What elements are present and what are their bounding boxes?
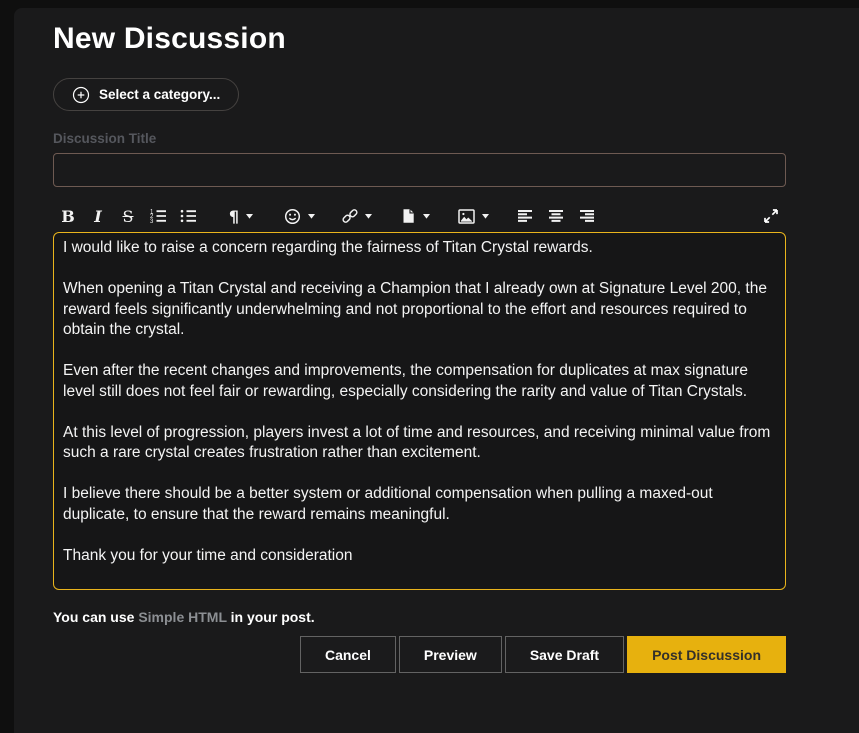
- cancel-button[interactable]: Cancel: [299, 636, 396, 673]
- discussion-title-label: Discussion Title: [53, 131, 157, 146]
- paragraph-icon: ¶: [228, 206, 240, 226]
- align-right-icon: [578, 209, 594, 223]
- simple-html-note: You can use Simple HTML in your post.: [53, 609, 786, 625]
- page-title: New Discussion: [53, 22, 286, 55]
- note-prefix: You can use: [53, 609, 139, 625]
- chevron-down-icon: [365, 213, 372, 219]
- svg-text:3: 3: [150, 219, 154, 224]
- emoji-dropdown[interactable]: [275, 201, 323, 231]
- select-category-label: Select a category...: [99, 87, 221, 102]
- file-icon: [400, 208, 416, 224]
- new-discussion-panel: New Discussion Select a category... Disc…: [14, 8, 859, 733]
- emoji-icon: [284, 208, 301, 225]
- link-icon: [342, 208, 358, 224]
- bold-icon: B: [61, 206, 75, 226]
- discussion-title-input[interactable]: [53, 153, 786, 187]
- align-center-icon: [548, 209, 564, 223]
- select-category-button[interactable]: Select a category...: [53, 78, 240, 111]
- paragraph-format-dropdown[interactable]: ¶: [217, 201, 265, 231]
- unordered-list-button[interactable]: [173, 201, 203, 231]
- simple-html-link[interactable]: Simple HTML: [138, 609, 226, 625]
- preview-button[interactable]: Preview: [398, 636, 502, 673]
- ordered-list-button[interactable]: 1 2 3: [143, 201, 173, 231]
- file-dropdown[interactable]: [391, 201, 439, 231]
- discussion-body-editor[interactable]: I would like to raise a concern regardin…: [53, 232, 786, 590]
- chevron-down-icon: [307, 213, 315, 219]
- editor-toolbar: B I S 1 2 3 ¶: [53, 200, 786, 232]
- unordered-list-icon: [180, 208, 196, 224]
- circle-plus-icon: [72, 86, 90, 104]
- bold-button[interactable]: B: [53, 201, 83, 231]
- strikethrough-icon: S: [122, 206, 134, 226]
- chevron-down-icon: [246, 213, 254, 219]
- save-draft-button[interactable]: Save Draft: [504, 636, 625, 673]
- align-center-button[interactable]: [541, 201, 571, 231]
- align-left-icon: [518, 209, 534, 223]
- image-icon: [457, 208, 475, 224]
- italic-button[interactable]: I: [83, 201, 113, 231]
- expand-button[interactable]: [756, 201, 786, 231]
- action-button-row: Cancel Preview Save Draft Post Discussio…: [53, 636, 786, 673]
- note-suffix: in your post.: [226, 609, 315, 625]
- link-dropdown[interactable]: [333, 201, 381, 231]
- chevron-down-icon: [423, 213, 430, 219]
- align-left-button[interactable]: [511, 201, 541, 231]
- align-right-button[interactable]: [571, 201, 601, 231]
- ordered-list-icon: 1 2 3: [150, 208, 166, 224]
- image-dropdown[interactable]: [449, 201, 497, 231]
- chevron-down-icon: [481, 213, 489, 219]
- strikethrough-button[interactable]: S: [113, 201, 143, 231]
- post-discussion-button[interactable]: Post Discussion: [627, 636, 786, 673]
- italic-icon: I: [94, 206, 102, 226]
- expand-icon: [763, 208, 779, 224]
